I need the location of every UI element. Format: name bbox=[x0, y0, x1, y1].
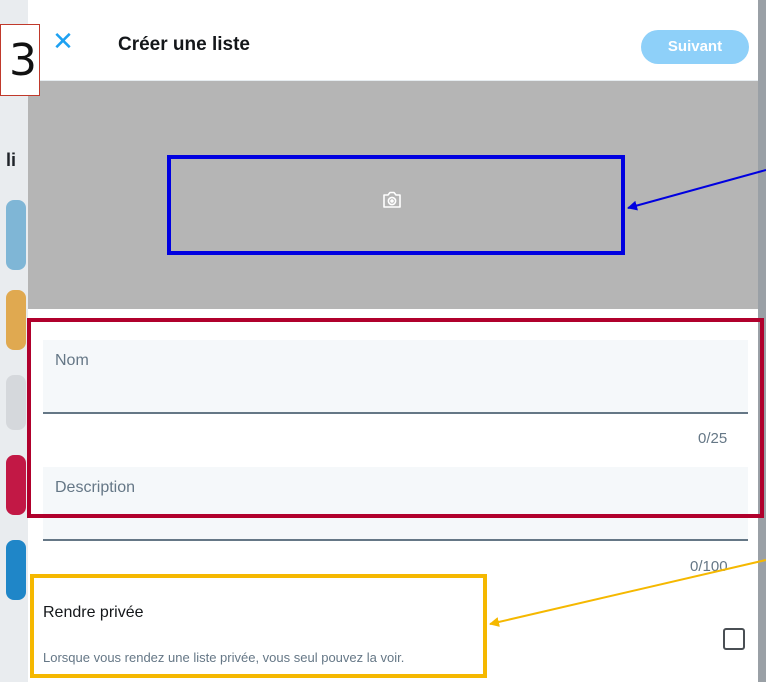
annotation-arrow-yellow bbox=[489, 559, 766, 627]
annotation-arrows bbox=[489, 169, 766, 627]
annotation-arrow-blue bbox=[627, 169, 766, 211]
